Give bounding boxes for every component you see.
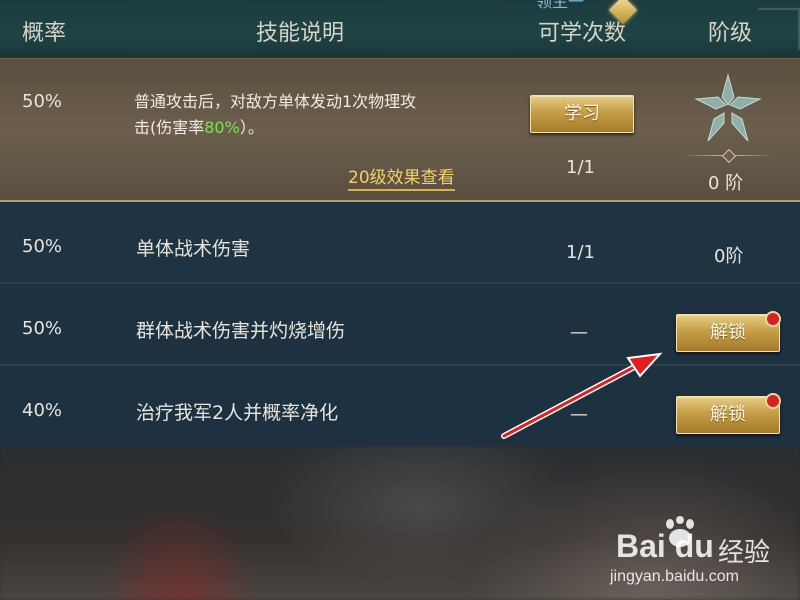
baidu-jingyan-watermark: Bai du 经验 jingyan.baidu.com	[608, 516, 798, 596]
skill-description-line2: 击(伤害率80%）。	[134, 115, 504, 141]
learn-count: 1/1	[566, 157, 595, 178]
skill-description-line1: 普通攻击后，对敌方单体发动1次物理攻	[134, 92, 417, 111]
emblem-diamond-icon	[721, 148, 737, 164]
column-header-learn-count: 可学次数	[537, 21, 626, 46]
column-header-skill-description: 技能说明	[255, 21, 344, 46]
learn-count: 1/1	[566, 242, 595, 263]
learn-count: —	[570, 322, 588, 343]
table-header: 领主一 概率 技能说明 可学次数 阶级	[0, 0, 800, 59]
rank-star-emblem-icon	[694, 73, 762, 142]
row-probability: 40%	[22, 400, 63, 421]
notification-dot-icon	[765, 393, 781, 409]
column-header-rank: 阶级	[707, 21, 752, 46]
learn-button[interactable]: 学习	[530, 95, 634, 133]
baidu-logo-text: Bai du	[616, 528, 714, 564]
rank-value: 0阶	[714, 246, 744, 267]
notification-dot-icon	[765, 311, 781, 327]
learn-count: —	[570, 404, 588, 425]
header-top-badge: 领主一	[536, 0, 585, 11]
table-row-selected[interactable]: 50% 普通攻击后，对敌方单体发动1次物理攻 击(伤害率80%）。 20级效果查…	[0, 59, 800, 202]
corner-ornament-icon	[758, 8, 800, 50]
damage-rate-highlight: 80%	[204, 118, 240, 137]
column-header-probability: 概率	[21, 21, 66, 46]
table-row[interactable]: 50% 单体战术伤害 1/1 0阶	[0, 202, 800, 284]
skill-description: 群体战术伤害并灼烧增伤	[136, 320, 346, 342]
row-probability: 50%	[22, 236, 63, 257]
skill-description: 治疗我军2人并概率净化	[136, 402, 339, 424]
skill-description: 普通攻击后，对敌方单体发动1次物理攻 击(伤害率80%）。	[134, 89, 504, 141]
table-row[interactable]: 40% 治疗我军2人并概率净化 — 解锁	[0, 366, 800, 446]
row-probability: 50%	[22, 91, 63, 112]
jingyan-text: 经验	[718, 538, 771, 568]
watermark-url: jingyan.baidu.com	[610, 568, 739, 585]
row-probability: 50%	[22, 318, 63, 339]
desc-suffix: ）。	[239, 118, 264, 137]
rank-value: 0 阶	[708, 173, 744, 194]
skill-description: 单体战术伤害	[136, 238, 251, 260]
table-row[interactable]: 50% 群体战术伤害并灼烧增伤 — 解锁	[0, 284, 800, 366]
level-20-effect-link[interactable]: 20级效果查看	[348, 163, 455, 191]
desc-prefix: 击(伤害率	[134, 118, 205, 137]
